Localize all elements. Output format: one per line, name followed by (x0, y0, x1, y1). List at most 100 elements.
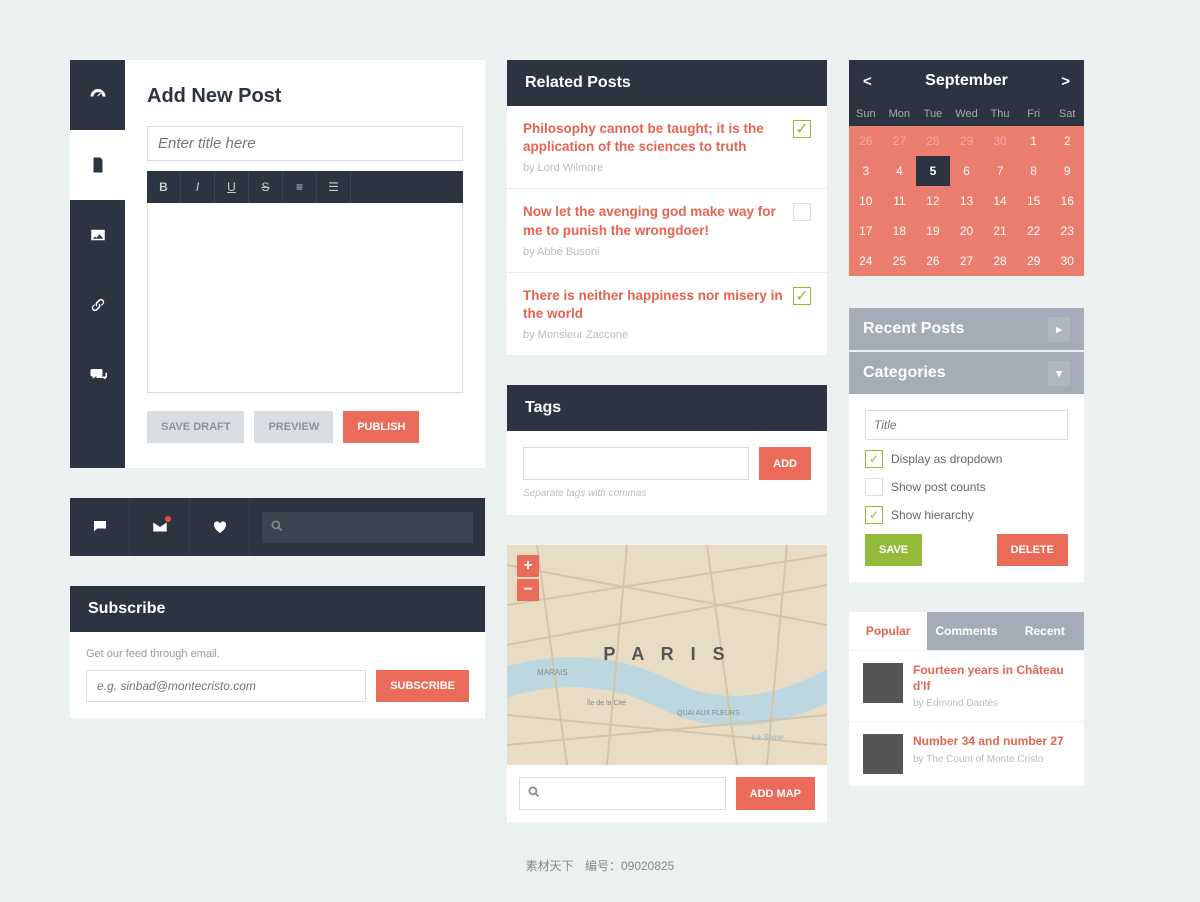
publish-button[interactable]: PUBLISH (343, 411, 419, 443)
sidebar-item-comments[interactable] (70, 340, 125, 410)
calendar-day[interactable]: 4 (883, 156, 917, 186)
calendar-day-prev[interactable]: 26 (849, 126, 883, 156)
tab-popular[interactable]: Popular (849, 612, 927, 650)
sidebar-item-document[interactable] (70, 130, 125, 200)
categories-accordion[interactable]: Categories ▾ (849, 352, 1084, 394)
tool-underline[interactable]: U (215, 171, 249, 203)
calendar-day[interactable]: 6 (950, 156, 984, 186)
calendar-prev[interactable]: < (863, 73, 872, 90)
editor-heading: Add New Post (147, 85, 463, 108)
subscribe-heading: Subscribe (70, 586, 485, 632)
calendar-day[interactable]: 30 (1050, 246, 1084, 276)
calendar-day[interactable]: 14 (983, 186, 1017, 216)
recent-posts-accordion[interactable]: Recent Posts ▸ (849, 308, 1084, 350)
link-icon (89, 296, 107, 314)
calendar-day[interactable]: 29 (1017, 246, 1051, 276)
post-body-editor[interactable] (147, 203, 463, 393)
calendar-day[interactable]: 13 (950, 186, 984, 216)
related-post-item[interactable]: There is neither happiness nor misery in… (507, 272, 827, 355)
calendar-day[interactable]: 7 (983, 156, 1017, 186)
calendar-day-prev[interactable]: 29 (950, 126, 984, 156)
calendar-day[interactable]: 2 (1050, 126, 1084, 156)
tool-list-ul[interactable]: ≡ (283, 171, 317, 203)
tag-input[interactable] (523, 447, 749, 480)
checkbox[interactable]: ✓ (865, 450, 883, 468)
related-post-item[interactable]: Now let the avenging god make way for me… (507, 188, 827, 271)
tab-recent[interactable]: Recent (1006, 612, 1084, 650)
action-chat[interactable] (70, 498, 130, 556)
calendar-next[interactable]: > (1061, 73, 1070, 90)
save-category-button[interactable]: SAVE (865, 534, 922, 566)
calendar-day[interactable]: 27 (950, 246, 984, 276)
calendar-day-prev[interactable]: 30 (983, 126, 1017, 156)
calendar-day[interactable]: 11 (883, 186, 917, 216)
calendar-day[interactable]: 25 (883, 246, 917, 276)
calendar-day[interactable]: 8 (1017, 156, 1051, 186)
calendar-day[interactable]: 17 (849, 216, 883, 246)
sidebar-item-dashboard[interactable] (70, 60, 125, 130)
tool-strike[interactable]: S (249, 171, 283, 203)
checkbox[interactable] (865, 478, 883, 496)
related-post-checkbox[interactable] (793, 203, 811, 221)
calendar-day-prev[interactable]: 28 (916, 126, 950, 156)
calendar-day[interactable]: 15 (1017, 186, 1051, 216)
related-posts-heading: Related Posts (507, 60, 827, 106)
tab-comments[interactable]: Comments (927, 612, 1005, 650)
category-option[interactable]: ✓Display as dropdown (865, 450, 1068, 468)
chevron-down-icon: ▾ (1048, 361, 1070, 386)
calendar-day[interactable]: 24 (849, 246, 883, 276)
tags-heading: Tags (507, 385, 827, 431)
add-tag-button[interactable]: ADD (759, 447, 811, 480)
calendar-day[interactable]: 16 (1050, 186, 1084, 216)
checkbox[interactable]: ✓ (865, 506, 883, 524)
action-favorite[interactable] (190, 498, 250, 556)
calendar-day[interactable]: 23 (1050, 216, 1084, 246)
calendar-dow: Thu (983, 102, 1017, 126)
tool-italic[interactable]: I (181, 171, 215, 203)
calendar-dow: Tue (916, 102, 950, 126)
related-post-item[interactable]: Philosophy cannot be taught; it is the a… (507, 106, 827, 188)
subscribe-email-input[interactable] (86, 670, 366, 702)
add-map-button[interactable]: ADD MAP (736, 777, 815, 810)
calendar-day[interactable]: 20 (950, 216, 984, 246)
map-canvas[interactable]: P A R I S MARAIS Île de la Cité QUAI AUX… (507, 545, 827, 765)
action-bar-search-input[interactable] (262, 512, 473, 543)
formatting-toolbar: B I U S ≡ ☰ (147, 171, 463, 203)
calendar-day[interactable]: 9 (1050, 156, 1084, 186)
related-posts-panel: Related Posts Philosophy cannot be taugh… (507, 60, 827, 355)
subscribe-button[interactable]: SUBSCRIBE (376, 670, 469, 702)
calendar-day[interactable]: 12 (916, 186, 950, 216)
calendar-day[interactable]: 22 (1017, 216, 1051, 246)
action-mail[interactable] (130, 498, 190, 556)
map-zoom-in[interactable]: + (517, 555, 539, 577)
calendar-day-prev[interactable]: 27 (883, 126, 917, 156)
map-search-input[interactable] (519, 777, 726, 810)
map-zoom-out[interactable]: − (517, 579, 539, 601)
tool-list-ol[interactable]: ☰ (317, 171, 351, 203)
related-post-checkbox[interactable]: ✓ (793, 287, 811, 305)
calendar-day[interactable]: 5 (916, 156, 950, 186)
preview-button[interactable]: PREVIEW (254, 411, 333, 443)
related-post-checkbox[interactable]: ✓ (793, 120, 811, 138)
category-title-input[interactable] (865, 410, 1068, 440)
tab-post-item[interactable]: Fourteen years in Château d'Ifby Edmond … (849, 650, 1084, 721)
calendar-day[interactable]: 26 (916, 246, 950, 276)
calendar-dow: Fri (1017, 102, 1051, 126)
calendar-day[interactable]: 3 (849, 156, 883, 186)
sidebar-item-link[interactable] (70, 270, 125, 340)
calendar-day[interactable]: 21 (983, 216, 1017, 246)
calendar-day[interactable]: 28 (983, 246, 1017, 276)
delete-category-button[interactable]: DELETE (997, 534, 1068, 566)
save-draft-button[interactable]: SAVE DRAFT (147, 411, 244, 443)
category-option[interactable]: ✓Show hierarchy (865, 506, 1068, 524)
calendar-day[interactable]: 19 (916, 216, 950, 246)
sidebar-item-image[interactable] (70, 200, 125, 270)
calendar-day[interactable]: 10 (849, 186, 883, 216)
tool-bold[interactable]: B (147, 171, 181, 203)
tab-post-item[interactable]: Number 34 and number 27by The Count of M… (849, 721, 1084, 786)
calendar-dow: Wed (950, 102, 984, 126)
post-title-input[interactable] (147, 126, 463, 161)
category-option[interactable]: Show post counts (865, 478, 1068, 496)
calendar-day[interactable]: 18 (883, 216, 917, 246)
calendar-day[interactable]: 1 (1017, 126, 1051, 156)
